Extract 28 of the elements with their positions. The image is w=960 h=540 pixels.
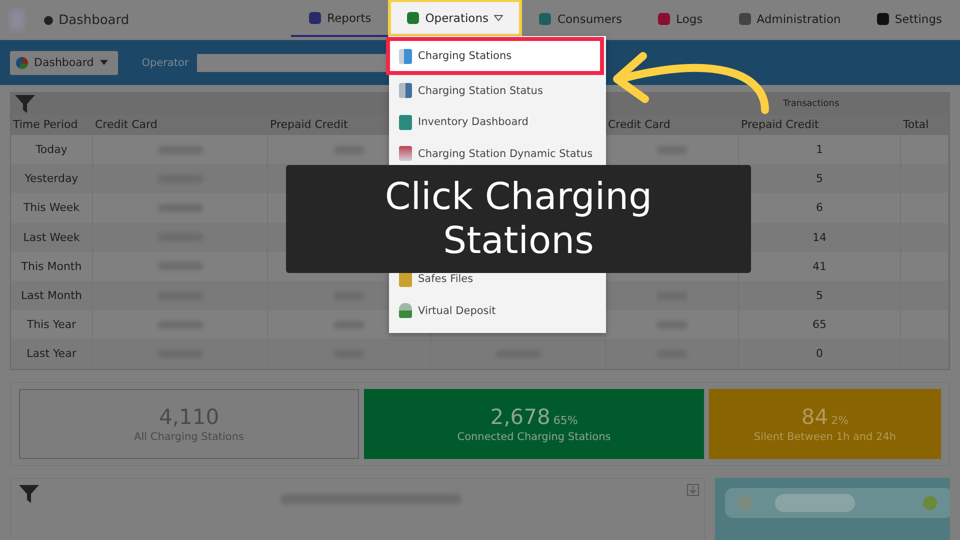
column-header: Total	[903, 118, 929, 131]
nav-tab[interactable]: Settings	[858, 0, 960, 37]
stat-value: 84	[801, 404, 828, 428]
nav-tab[interactable]: Administration	[720, 0, 859, 37]
menu-item[interactable]: Inventory Dashboard	[389, 106, 606, 138]
menu-item[interactable]: Virtual Deposit	[389, 295, 606, 326]
column-header: Credit Card	[608, 118, 670, 131]
column-header: Prepaid Credit	[741, 118, 819, 131]
operator-label: Operator	[142, 56, 189, 68]
nav-tab[interactable]: Operations	[389, 0, 522, 36]
menu-item[interactable]: Charging Stations	[386, 37, 604, 75]
nav-tab[interactable]: Logs	[640, 0, 721, 37]
dashboard-dropdown[interactable]: Dashboard	[10, 50, 118, 74]
nav-tab[interactable]: Consumers	[521, 0, 640, 37]
stat-percent: 2%	[831, 414, 849, 426]
stat-percent: 65%	[553, 414, 578, 426]
stat-label: Connected Charging Stations	[457, 430, 611, 442]
stat-label: Silent Between 1h and 24h	[754, 430, 896, 442]
table-cell: Last Year	[11, 339, 93, 368]
column-group-heading: Transactions	[783, 99, 840, 109]
instruction-caption: Click Charging Stations	[286, 165, 751, 273]
column-header: Prepaid Credit	[270, 118, 348, 131]
column-header: Time Period	[13, 118, 78, 131]
column-header: Credit Card	[95, 118, 158, 131]
stat-value: 2,678	[490, 404, 550, 428]
menu-item[interactable]: Charging Station Status	[389, 75, 606, 106]
page-title: Dashboard	[58, 12, 130, 28]
table-cell: 0	[739, 339, 901, 368]
